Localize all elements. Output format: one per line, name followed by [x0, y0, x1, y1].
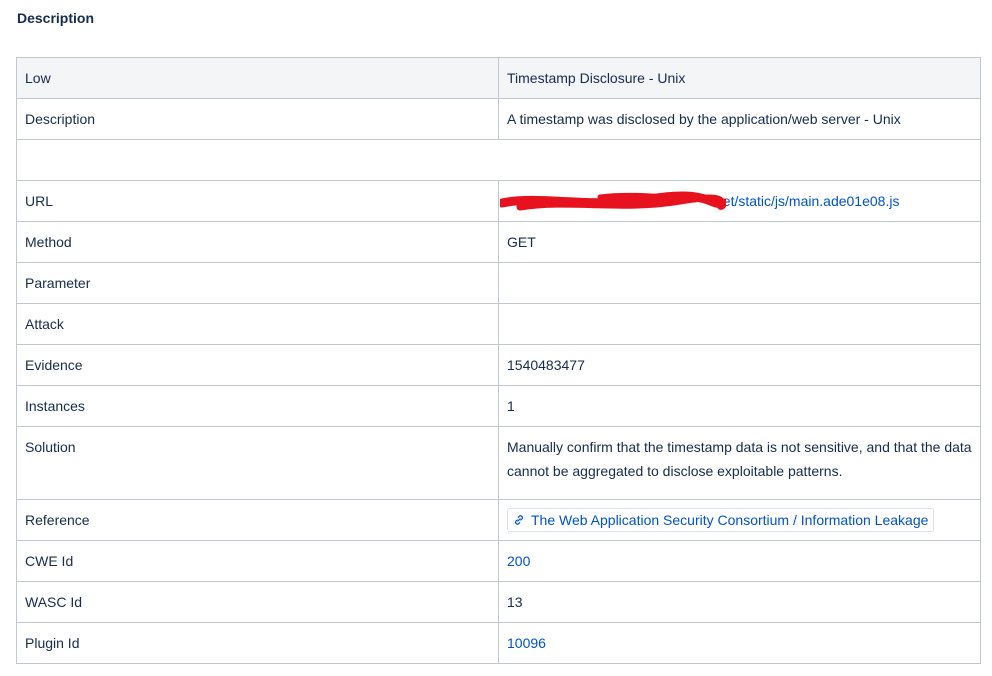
row-value-instances: 1	[498, 385, 981, 427]
url-link[interactable]: net/static/js/main.ade01e08.js	[507, 193, 899, 209]
row-value-plugin-id: 10096	[498, 622, 981, 664]
row-label-cwe-id: CWE Id	[16, 540, 499, 582]
row-value-parameter	[498, 262, 981, 304]
row-value-cwe-id: 200	[498, 540, 981, 582]
table-row: Instances 1	[16, 385, 981, 427]
reference-link[interactable]: The Web Application Security Consortium …	[507, 507, 935, 532]
alert-name-cell: Timestamp Disclosure - Unix	[498, 57, 981, 99]
table-row: URL net/static/js/main.ade01e08.js	[16, 180, 981, 222]
row-label-description: Description	[16, 98, 499, 140]
empty-spacer-cell	[16, 139, 981, 181]
alert-details-table: Low Timestamp Disclosure - Unix Descript…	[16, 57, 981, 664]
row-label-instances: Instances	[16, 385, 499, 427]
risk-level-cell: Low	[16, 57, 499, 99]
row-label-parameter: Parameter	[16, 262, 499, 304]
table-row: Attack	[16, 303, 981, 345]
plugin-id-link[interactable]: 10096	[507, 635, 546, 651]
row-label-attack: Attack	[16, 303, 499, 345]
row-value-wasc-id: 13	[498, 581, 981, 623]
row-value-solution: Manually confirm that the timestamp data…	[498, 426, 981, 500]
row-label-evidence: Evidence	[16, 344, 499, 386]
table-row: Description A timestamp was disclosed by…	[16, 98, 981, 140]
row-label-method: Method	[16, 221, 499, 263]
row-label-url: URL	[16, 180, 499, 222]
section-title: Description	[17, 10, 95, 26]
table-row: Method GET	[16, 221, 981, 263]
table-row: WASC Id 13	[16, 581, 981, 623]
row-value-attack	[498, 303, 981, 345]
row-label-plugin-id: Plugin Id	[16, 622, 499, 664]
table-row: Plugin Id 10096	[16, 622, 981, 664]
table-row: Low Timestamp Disclosure - Unix	[16, 57, 981, 99]
row-label-reference: Reference	[16, 499, 499, 541]
table-row: Solution Manually confirm that the times…	[16, 426, 981, 500]
row-value-url: net/static/js/main.ade01e08.js	[498, 180, 981, 222]
url-container: net/static/js/main.ade01e08.js	[500, 189, 899, 213]
link-icon	[515, 514, 523, 525]
row-value-evidence: 1540483477	[498, 344, 981, 386]
table-row: Reference The Web Application Security C…	[16, 499, 981, 541]
table-row: CWE Id 200	[16, 540, 981, 582]
row-label-solution: Solution	[16, 426, 499, 500]
reference-link-text: The Web Application Security Consortium …	[531, 511, 929, 528]
row-value-reference: The Web Application Security Consortium …	[498, 499, 981, 541]
row-value-description: A timestamp was disclosed by the applica…	[498, 98, 981, 140]
row-label-wasc-id: WASC Id	[16, 581, 499, 623]
row-value-method: GET	[498, 221, 981, 263]
table-row-spacer	[16, 139, 981, 181]
table-row: Parameter	[16, 262, 981, 304]
cwe-id-link[interactable]: 200	[507, 553, 530, 569]
table-row: Evidence 1540483477	[16, 344, 981, 386]
